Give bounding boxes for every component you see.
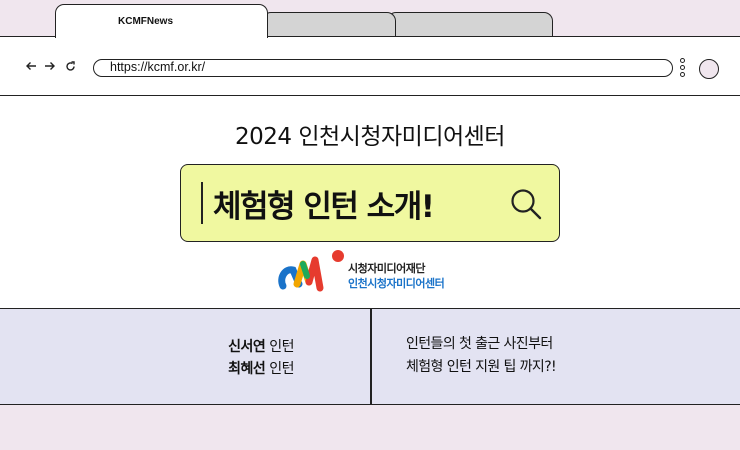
profile-circle-icon[interactable] [699,59,719,79]
intern-role: 인턴 [269,339,294,355]
arrow-right-icon[interactable] [44,61,55,73]
band-divider [370,309,372,404]
reload-icon[interactable] [65,61,76,74]
arrow-left-icon[interactable] [26,61,37,73]
search-text: 체험형 인턴 소개! [213,189,435,225]
search-box[interactable]: 체험형 인턴 소개! [180,164,560,242]
description-line: 체험형 인턴 지원 팁 까지?! [406,359,557,375]
info-band: 신서연 인턴 최혜선 인턴 인턴들의 첫 출근 사진부터 체험형 인턴 지원 팁… [0,308,740,405]
intro-description: 인턴들의 첫 출근 사진부터 체험형 인턴 지원 팁 까지?! [406,333,557,379]
search-icon[interactable] [509,187,543,221]
browser-tab-active[interactable]: KCMFNews [55,4,268,38]
intern-row: 최혜선 인턴 [0,358,294,380]
browser-tab-3[interactable] [387,12,553,38]
browser-tab-2[interactable] [262,12,396,38]
address-bar[interactable]: https://kcmf.or.kr/ [93,59,673,77]
description-line: 인턴들의 첫 출근 사진부터 [406,336,553,352]
logo-text-foundation: 시청자미디어재단 [348,262,425,275]
kcmf-logo-mark [278,250,344,292]
browser-toolbar: https://kcmf.or.kr/ [0,36,740,96]
logo-text-center: 인천시청자미디어센터 [348,277,445,290]
kebab-menu-icon[interactable] [680,58,686,80]
page-content: 2024 인천시청자미디어센터 체험형 인턴 소개! 시청자미디어재단 인천시청… [0,96,740,309]
intern-role: 인턴 [269,361,294,377]
kcmf-logo: 시청자미디어재단 인천시청자미디어센터 [277,248,477,296]
intern-name: 최혜선 [228,361,266,377]
intern-name: 신서연 [228,339,266,355]
intern-row: 신서연 인턴 [0,336,294,358]
intern-names: 신서연 인턴 최혜선 인턴 [0,336,294,380]
tab-label: KCMFNews [118,16,174,27]
text-caret [201,182,203,224]
page-title: 2024 인천시청자미디어센터 [235,124,505,150]
